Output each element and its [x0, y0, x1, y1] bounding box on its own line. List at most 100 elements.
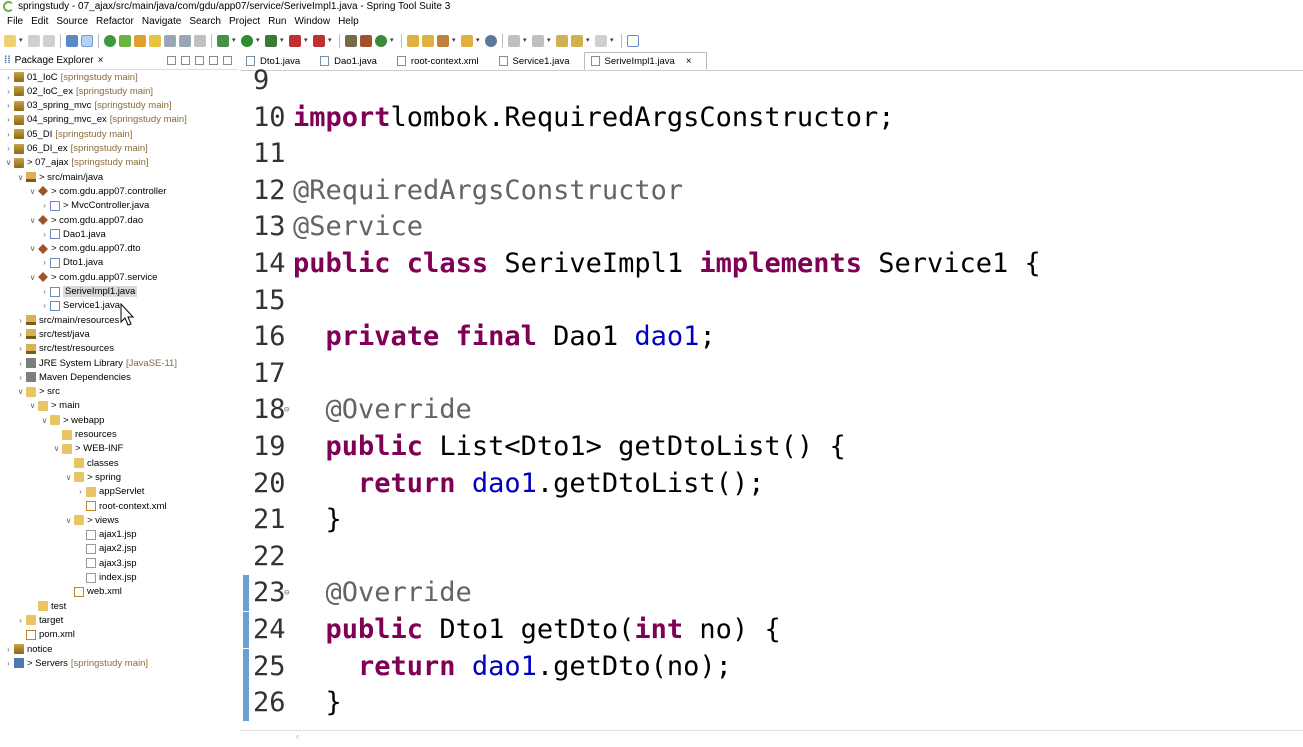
tree-node[interactable]: classes [64, 456, 119, 470]
tree-node[interactable]: › 05_DI [springstudy main] [4, 127, 132, 141]
forward-icon[interactable] [595, 35, 607, 47]
collapsed-chevron-icon[interactable]: › [16, 359, 25, 368]
collapsed-chevron-icon[interactable]: › [16, 344, 25, 353]
dropdown-arrow-icon[interactable]: ▾ [610, 35, 616, 47]
dropdown-arrow-icon[interactable]: ▾ [232, 35, 238, 47]
expanded-chevron-icon[interactable]: ∨ [28, 401, 37, 410]
skip-breakpoints-icon[interactable] [134, 35, 146, 47]
tree-node[interactable]: › 01_IoC [springstudy main] [4, 70, 138, 84]
tree-node[interactable]: › notice [4, 642, 52, 656]
dropdown-arrow-icon[interactable]: ▾ [328, 35, 334, 47]
open-folder-icon[interactable] [461, 35, 473, 47]
block-selection-icon[interactable] [179, 35, 191, 47]
next-annotation-icon[interactable] [508, 35, 520, 47]
expanded-chevron-icon[interactable]: ∨ [4, 158, 13, 167]
open-resource-icon[interactable] [422, 35, 434, 47]
tree-node[interactable]: › appServlet [76, 485, 144, 499]
menu-project[interactable]: Project [225, 16, 264, 27]
tree-node[interactable]: index.jsp [76, 571, 137, 585]
minimize-icon[interactable] [209, 56, 218, 65]
collapsed-chevron-icon[interactable]: › [76, 487, 85, 496]
collapsed-chevron-icon[interactable]: › [40, 258, 49, 267]
tree-node[interactable]: › src/test/java [16, 327, 90, 341]
tree-node[interactable]: root-context.xml [76, 499, 167, 513]
collapsed-chevron-icon[interactable]: › [4, 645, 13, 654]
tree-node[interactable]: resources [52, 428, 117, 442]
maximize-icon[interactable] [223, 56, 232, 65]
code-text[interactable]: 9 10 importlombok.RequiredArgsConstructor;… [240, 65, 1303, 731]
tree-node[interactable]: ∨ > src/main/java [16, 170, 104, 184]
collapsed-chevron-icon[interactable]: › [16, 316, 25, 325]
paragraph-icon[interactable] [194, 35, 206, 47]
collapsed-chevron-icon[interactable]: › [40, 201, 49, 210]
fold-toggle-icon[interactable]: ⊖ [284, 575, 289, 611]
editor-tab[interactable]: SeriveImpl1.java × [583, 52, 707, 70]
tree-node[interactable]: › 06_DI_ex [springstudy main] [4, 142, 148, 156]
collapsed-chevron-icon[interactable]: › [40, 287, 49, 296]
pencil-icon[interactable] [437, 35, 449, 47]
expanded-chevron-icon[interactable]: ∨ [28, 216, 37, 225]
tree-node[interactable]: test [28, 599, 66, 613]
tree-node[interactable]: ∨ > spring [64, 470, 122, 484]
tree-node[interactable]: ∨ > com.gdu.app07.controller [28, 184, 167, 198]
dropdown-arrow-icon[interactable]: ▾ [476, 35, 482, 47]
dropdown-arrow-icon[interactable]: ▾ [452, 35, 458, 47]
tree-node[interactable]: › > MvcController.java [40, 199, 149, 213]
dropdown-arrow-icon[interactable]: ▾ [256, 35, 262, 47]
dropdown-arrow-icon[interactable]: ▾ [19, 35, 25, 47]
globe-icon[interactable] [485, 35, 497, 47]
view-menu-icon[interactable] [195, 56, 204, 65]
tree-node[interactable]: ∨ > main [28, 399, 80, 413]
show-whitespace-icon[interactable] [164, 35, 176, 47]
close-tab-icon[interactable]: × [686, 56, 692, 67]
dropdown-arrow-icon[interactable]: ▾ [280, 35, 286, 47]
menu-run[interactable]: Run [264, 16, 290, 27]
run-icon[interactable] [241, 35, 253, 47]
stop-icon[interactable] [289, 35, 301, 47]
tree-node[interactable]: › 02_IoC_ex [springstudy main] [4, 84, 153, 98]
collapsed-chevron-icon[interactable]: › [4, 659, 13, 668]
collapsed-chevron-icon[interactable]: › [4, 73, 13, 82]
editor-tab[interactable]: Dao1.java [314, 52, 391, 70]
collapsed-chevron-icon[interactable]: › [16, 373, 25, 382]
close-view-icon[interactable]: × [98, 55, 104, 66]
dropdown-arrow-icon[interactable]: ▾ [547, 35, 553, 47]
collapsed-chevron-icon[interactable]: › [16, 330, 25, 339]
new-class-icon[interactable] [375, 35, 387, 47]
menu-search[interactable]: Search [185, 16, 225, 27]
tree-node[interactable]: ∨ > 07_ajax [springstudy main] [4, 156, 149, 170]
collapsed-chevron-icon[interactable]: › [4, 115, 13, 124]
tree-node[interactable]: ∨ > com.gdu.app07.dto [28, 242, 141, 256]
spring-icon[interactable] [119, 35, 131, 47]
tree-node[interactable]: › target [16, 613, 63, 627]
collapse-all-icon[interactable] [167, 56, 176, 65]
previous-annotation-icon[interactable] [532, 35, 544, 47]
tree-node[interactable]: › 03_spring_mvc [springstudy main] [4, 99, 171, 113]
tree-node[interactable]: › src/main/resources [16, 313, 119, 327]
dropdown-arrow-icon[interactable]: ▾ [390, 35, 396, 47]
menu-file[interactable]: File [3, 16, 27, 27]
collapsed-chevron-icon[interactable]: › [40, 230, 49, 239]
back-icon[interactable] [571, 35, 583, 47]
tree-node[interactable]: › Maven Dependencies [16, 370, 131, 384]
tree-node[interactable]: web.xml [64, 585, 122, 599]
menu-window[interactable]: Window [290, 16, 334, 27]
tree-node[interactable]: ∨ > WEB-INF [52, 442, 124, 456]
open-perspective-icon[interactable] [627, 35, 639, 47]
expanded-chevron-icon[interactable]: ∨ [28, 244, 37, 253]
terminal-icon[interactable] [66, 35, 78, 47]
expanded-chevron-icon[interactable]: ∨ [28, 273, 37, 282]
dropdown-arrow-icon[interactable]: ▾ [586, 35, 592, 47]
tree-node[interactable]: › Dto1.java [40, 256, 103, 270]
toggle-mark-occurrences-icon[interactable] [81, 35, 93, 47]
horizontal-scrollbar[interactable]: ‹ [240, 730, 1303, 747]
save-icon[interactable] [28, 35, 40, 47]
tree-node[interactable]: ajax1.jsp [76, 528, 137, 542]
save-all-icon[interactable] [43, 35, 55, 47]
collapsed-chevron-icon[interactable]: › [16, 616, 25, 625]
tree-node[interactable]: ∨ > views [64, 513, 119, 527]
tree-node[interactable]: ∨ > com.gdu.app07.service [28, 270, 158, 284]
collapsed-chevron-icon[interactable]: › [4, 101, 13, 110]
menu-source[interactable]: Source [52, 16, 92, 27]
open-type-icon[interactable] [407, 35, 419, 47]
